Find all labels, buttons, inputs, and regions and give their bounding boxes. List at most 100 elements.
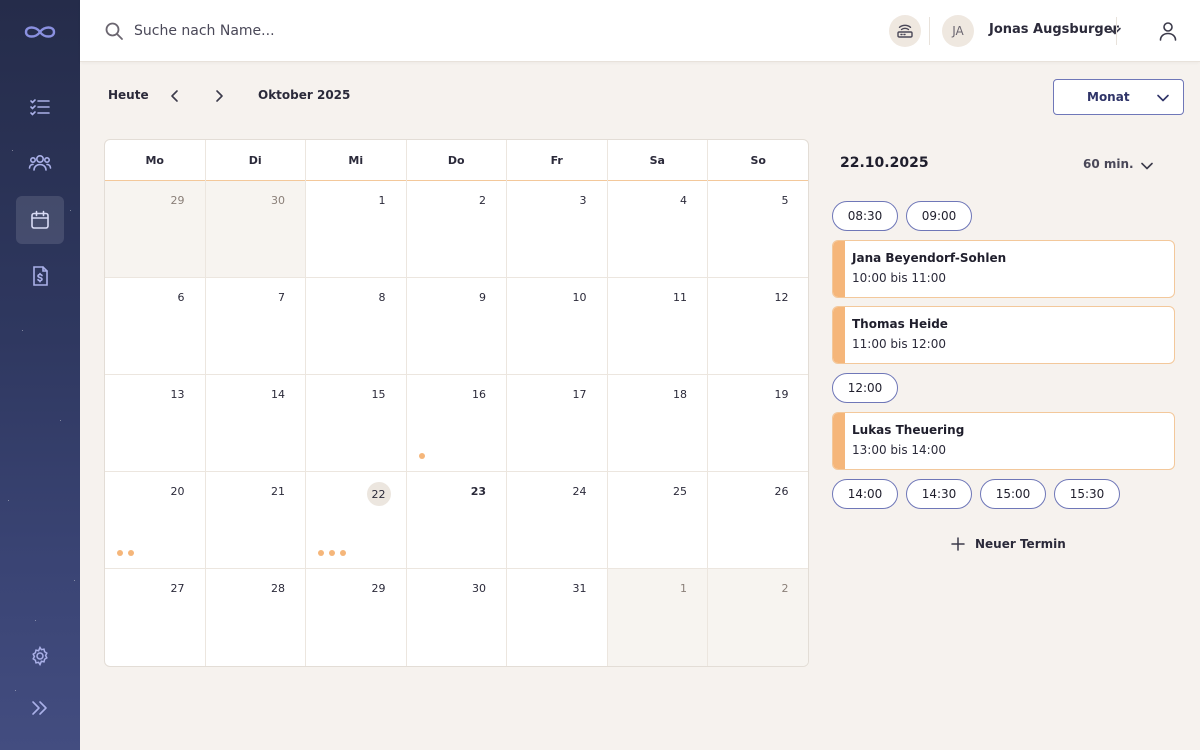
sidebar-item-patients[interactable]	[16, 139, 64, 187]
calendar-day-cell[interactable]: 31	[507, 569, 608, 666]
time-slot[interactable]: 14:00	[832, 479, 898, 509]
calendar-day-cell[interactable]: 29	[306, 569, 407, 666]
event-dot	[128, 550, 134, 556]
event-dot	[117, 550, 123, 556]
day-number: 28	[271, 582, 285, 595]
day-number: 18	[673, 388, 687, 401]
calendar-day-cell[interactable]: 14	[206, 375, 306, 471]
calendar-day-cell[interactable]: 22	[306, 472, 407, 568]
day-number: 2	[781, 582, 789, 595]
today-button[interactable]: Heute	[108, 88, 149, 102]
calendar-icon	[31, 210, 49, 229]
day-number: 29	[371, 582, 386, 595]
event-dot	[340, 550, 346, 556]
calendar-day-cell[interactable]: 13	[105, 375, 206, 471]
time-slot[interactable]: 15:00	[980, 479, 1046, 509]
chevron-down-icon[interactable]	[1138, 157, 1156, 175]
calendar-day-cell[interactable]: 10	[507, 278, 608, 374]
event-dot	[418, 453, 425, 459]
invoice-icon	[33, 266, 48, 286]
calendar-day-cell[interactable]: 15	[306, 375, 407, 471]
day-number: 13	[170, 388, 185, 401]
calendar-week-row: 20 21 22 23 24 25 26	[105, 472, 808, 569]
calendar-day-cell[interactable]: 17	[507, 375, 608, 471]
calendar-day-cell[interactable]: 18	[608, 375, 708, 471]
calendar-day-cell[interactable]: 19	[708, 375, 808, 471]
calendar-day-cell[interactable]: 8	[306, 278, 407, 374]
avatar[interactable]: JA	[942, 15, 974, 47]
chevron-left-icon[interactable]	[166, 87, 184, 105]
calendar-day-cell[interactable]: 9	[407, 278, 507, 374]
calendar-day-cell[interactable]: 11	[608, 278, 708, 374]
appointment-time: 10:00 bis 11:00	[852, 271, 946, 285]
time-slot[interactable]: 14:30	[906, 479, 972, 509]
weekday-label: Di	[206, 140, 306, 181]
calendar-day-cell[interactable]: 30	[205, 181, 306, 277]
expand-sidebar-button[interactable]	[16, 684, 64, 732]
day-number: 25	[673, 485, 687, 498]
day-number: 12	[774, 291, 789, 304]
time-slot[interactable]: 15:30	[1054, 479, 1120, 509]
view-select-label: Monat	[1087, 90, 1130, 104]
calendar-day-cell[interactable]: 25	[608, 472, 708, 568]
calendar-day-cell[interactable]: 6	[105, 278, 206, 374]
sidebar-item-tasks[interactable]	[16, 83, 64, 131]
day-number: 2	[479, 194, 486, 207]
calendar-day-cell[interactable]: 7	[206, 278, 306, 374]
chevron-right-icon[interactable]	[210, 87, 228, 105]
infinity-logo-icon[interactable]	[20, 16, 60, 48]
calendar-day-cell[interactable]: 2	[708, 569, 808, 666]
calendar-day-cell[interactable]: 5	[708, 181, 808, 277]
day-number: 4	[680, 194, 687, 207]
day-number: 1	[680, 582, 687, 595]
chevron-down-icon[interactable]	[1106, 22, 1124, 40]
calendar-day-cell[interactable]: 26	[708, 472, 808, 568]
day-number: 23	[470, 485, 486, 498]
calendar-day-cell[interactable]: 3	[507, 181, 608, 277]
calendar-day-cell[interactable]: 30	[407, 569, 507, 666]
calendar-day-cell[interactable]: 2	[407, 181, 507, 277]
search-input[interactable]	[134, 18, 534, 44]
new-appointment-button[interactable]: Neuer Termin	[950, 534, 1066, 554]
duration-select[interactable]: 60 min.	[1083, 157, 1134, 171]
calendar-day-cell[interactable]: 1	[607, 569, 708, 666]
time-slot[interactable]: 08:30	[832, 201, 898, 231]
appointment-card[interactable]: Thomas Heide 11:00 bis 12:00	[832, 306, 1175, 364]
calendar-day-cell[interactable]: 27	[105, 569, 206, 666]
calendar-day-cell[interactable]: 4	[608, 181, 708, 277]
calendar-day-cell[interactable]: 20	[105, 472, 206, 568]
calendar-day-cell[interactable]: 12	[708, 278, 808, 374]
day-number: 20	[170, 485, 185, 498]
month-calendar: Mo Di Mi Do Fr Sa So 29 30 1 2 3 4 5 6 7 8 9 10 11 12 13 14 15…	[104, 139, 809, 667]
day-number: 1	[378, 194, 386, 207]
day-number: 15	[371, 388, 386, 401]
time-slot[interactable]: 12:00	[832, 373, 898, 403]
checklist-icon	[30, 99, 50, 116]
view-select[interactable]: Monat	[1053, 79, 1184, 115]
connection-button[interactable]	[889, 15, 921, 47]
settings-button[interactable]	[16, 632, 64, 680]
calendar-day-cell[interactable]: 28	[206, 569, 306, 666]
router-icon	[897, 24, 913, 38]
day-number: 26	[774, 485, 789, 498]
time-slot[interactable]: 09:00	[906, 201, 972, 231]
event-indicator	[318, 550, 346, 556]
calendar-grid: 29 30 1 2 3 4 5 6 7 8 9 10 11 12 13 14 15 16 17 18 19 20 21 22 2…	[105, 181, 808, 666]
calendar-day-cell[interactable]: 24	[507, 472, 608, 568]
calendar-day-cell[interactable]: 29	[105, 181, 206, 277]
calendar-day-cell[interactable]: 21	[206, 472, 306, 568]
calendar-day-cell[interactable]: 23	[407, 472, 507, 568]
calendar-day-cell[interactable]: 16	[407, 375, 507, 471]
appointment-accent	[833, 413, 845, 469]
sidebar-item-calendar[interactable]	[16, 196, 64, 244]
day-number: 6	[177, 291, 185, 304]
user-name[interactable]: Jonas Augsburger	[989, 22, 1119, 37]
header-divider-2	[1116, 17, 1117, 45]
day-number: 29	[170, 194, 185, 207]
appointment-card[interactable]: Jana Beyendorf-Sohlen 10:00 bis 11:00	[832, 240, 1175, 298]
profile-icon[interactable]	[1157, 20, 1179, 42]
appointment-card[interactable]: Lukas Theuering 13:00 bis 14:00	[832, 412, 1175, 470]
day-number: 17	[572, 388, 587, 401]
calendar-day-cell[interactable]: 1	[306, 181, 407, 277]
sidebar-item-billing[interactable]	[16, 252, 64, 300]
